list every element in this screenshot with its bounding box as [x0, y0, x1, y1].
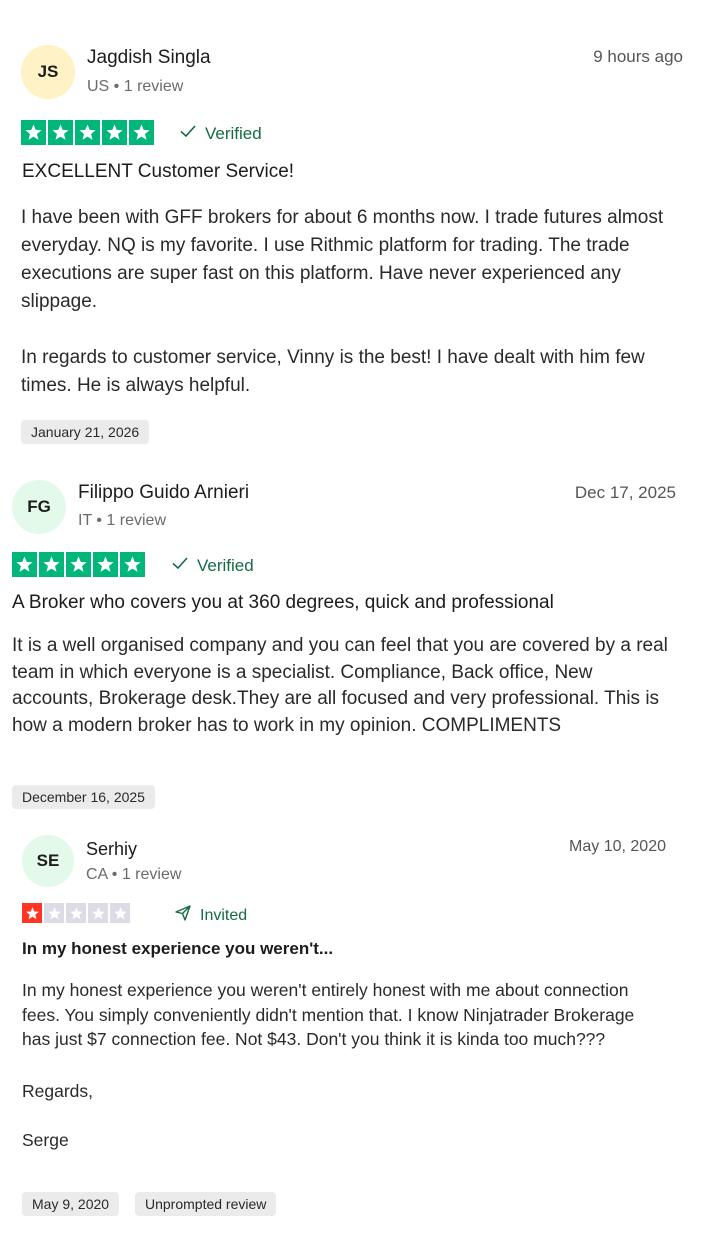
star-icon: [39, 552, 64, 577]
badge-label: Verified: [205, 123, 262, 143]
reviewer-name[interactable]: Serhiy: [86, 839, 137, 860]
reviewer-name[interactable]: Filippo Guido Arnieri: [78, 482, 249, 504]
star-icon: [12, 552, 37, 577]
badge-label: Verified: [197, 555, 254, 575]
review-paragraph: Regards,: [22, 1080, 94, 1101]
review-time: 9 hours ago: [593, 47, 683, 66]
star-icon: [66, 552, 91, 577]
star-rating: [21, 120, 154, 145]
review-time: May 10, 2020: [569, 838, 666, 855]
check-icon: [179, 122, 197, 145]
review-paragraph: In regards to customer service, Vinny is…: [21, 347, 645, 396]
avatar[interactable]: JS: [21, 45, 75, 99]
badge-label: Invited: [200, 906, 248, 924]
unprompted-tag[interactable]: Unprompted review: [135, 1192, 277, 1216]
send-icon: [174, 904, 192, 927]
review-title[interactable]: In my honest experience you weren't...: [22, 939, 333, 959]
star-icon: [44, 903, 64, 923]
star-icon: [88, 903, 108, 923]
avatar[interactable]: SE: [22, 835, 74, 887]
check-icon: [171, 554, 189, 577]
review-body: I have been with GFF brokers for about 6…: [21, 204, 671, 400]
review-title[interactable]: EXCELLENT Customer Service!: [22, 161, 294, 183]
star-icon: [120, 552, 145, 577]
experience-date: January 21, 2026: [21, 420, 150, 444]
star-icon: [102, 120, 127, 145]
star-icon: [75, 120, 100, 145]
star-icon: [110, 903, 130, 923]
star-icon: [93, 552, 118, 577]
review-body: It is a well organised company and you c…: [12, 633, 672, 739]
star-rating: [12, 552, 145, 577]
review-paragraph: It is a well organised company and you c…: [12, 635, 668, 736]
star-icon: [21, 120, 46, 145]
review-time: Dec 17, 2025: [574, 483, 676, 502]
star-icon: [129, 120, 154, 145]
invited-badge[interactable]: Invited: [174, 904, 247, 927]
star-icon: [66, 903, 86, 923]
review-paragraph: In my honest experience you weren't enti…: [22, 980, 635, 1049]
reviewer-name[interactable]: Jagdish Singla: [87, 47, 211, 69]
review-paragraph: I have been with GFF brokers for about 6…: [21, 207, 664, 312]
verified-badge[interactable]: Verified: [179, 122, 262, 145]
verified-badge[interactable]: Verified: [171, 554, 254, 577]
experience-date: December 16, 2025: [12, 785, 155, 809]
experience-date: May 9, 2020: [22, 1192, 120, 1216]
star-icon: [22, 903, 42, 923]
review-paragraph: Serge: [22, 1130, 69, 1150]
avatar[interactable]: FG: [12, 480, 66, 534]
review-title[interactable]: A Broker who covers you at 360 degrees, …: [12, 592, 554, 614]
star-rating: [22, 903, 130, 923]
reviewer-meta: US • 1 review: [87, 78, 184, 95]
reviewer-meta: CA • 1 review: [86, 866, 182, 883]
review-body: In my honest experience you weren't enti…: [22, 978, 662, 1153]
star-icon: [48, 120, 73, 145]
reviewer-meta: IT • 1 review: [78, 512, 166, 529]
